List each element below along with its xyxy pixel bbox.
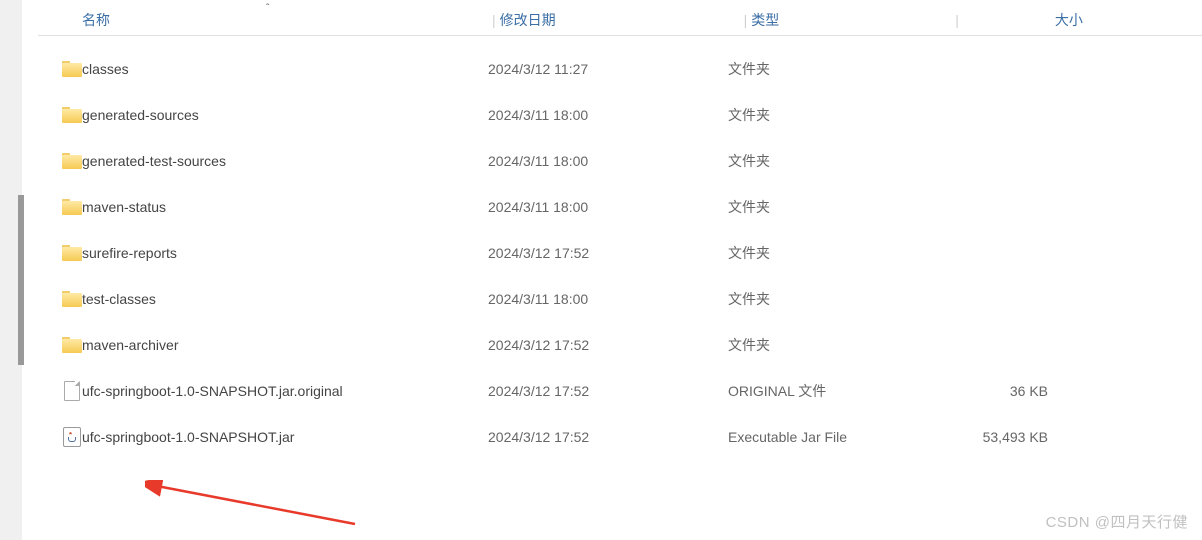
folder-icon (38, 199, 82, 215)
file-name: test-classes (82, 291, 488, 307)
file-name: maven-status (82, 199, 488, 215)
jar-icon (38, 427, 82, 447)
file-type: ORIGINAL 文件 (728, 381, 928, 401)
folder-icon (38, 245, 82, 261)
file-list: classes 2024/3/12 11:27 文件夹 generated-so… (38, 36, 1202, 460)
file-row[interactable]: maven-status 2024/3/11 18:00 文件夹 (38, 184, 1202, 230)
file-date: 2024/3/12 17:52 (488, 383, 728, 399)
file-type: 文件夹 (728, 197, 928, 217)
file-row[interactable]: ufc-springboot-1.0-SNAPSHOT.jar 2024/3/1… (38, 414, 1202, 460)
file-row[interactable]: maven-archiver 2024/3/12 17:52 文件夹 (38, 322, 1202, 368)
file-date: 2024/3/12 17:52 (488, 245, 728, 261)
file-type: 文件夹 (728, 289, 928, 309)
file-type: 文件夹 (728, 335, 928, 355)
column-name-label: 名称 (82, 12, 110, 28)
file-row[interactable]: generated-test-sources 2024/3/11 18:00 文… (38, 138, 1202, 184)
file-date: 2024/3/11 18:00 (488, 199, 728, 215)
folder-icon (38, 337, 82, 353)
column-type-label: 类型 (751, 12, 779, 28)
folder-icon (38, 153, 82, 169)
file-type: Executable Jar File (728, 429, 928, 445)
folder-icon (38, 291, 82, 307)
column-header-date[interactable]: 修改日期 (500, 10, 740, 30)
column-divider[interactable]: | (740, 12, 752, 28)
sort-indicator-icon: ˆ (266, 3, 269, 14)
column-header-row: ˆ 名称 | 修改日期 | 类型 | 大小 (38, 0, 1202, 36)
file-icon (38, 381, 82, 401)
file-date: 2024/3/11 18:00 (488, 107, 728, 123)
file-row[interactable]: ufc-springboot-1.0-SNAPSHOT.jar.original… (38, 368, 1202, 414)
column-divider[interactable]: | (951, 12, 963, 28)
file-name: classes (82, 61, 488, 77)
file-name: generated-test-sources (82, 153, 488, 169)
folder-icon (38, 107, 82, 123)
file-date: 2024/3/12 11:27 (488, 61, 728, 77)
file-date: 2024/3/12 17:52 (488, 337, 728, 353)
file-type: 文件夹 (728, 243, 928, 263)
file-size: 36 KB (928, 383, 1088, 399)
watermark-text: CSDN @四月天行健 (1046, 511, 1188, 532)
column-size-label: 大小 (1055, 12, 1083, 28)
file-name: generated-sources (82, 107, 488, 123)
folder-icon (38, 61, 82, 77)
file-explorer-pane: ˆ 名称 | 修改日期 | 类型 | 大小 classes 2024/3/12 … (38, 0, 1202, 540)
file-row[interactable]: generated-sources 2024/3/11 18:00 文件夹 (38, 92, 1202, 138)
left-scrollbar[interactable] (18, 195, 24, 365)
file-name: ufc-springboot-1.0-SNAPSHOT.jar (82, 429, 488, 445)
file-type: 文件夹 (728, 59, 928, 79)
file-row[interactable]: classes 2024/3/12 11:27 文件夹 (38, 46, 1202, 92)
column-date-label: 修改日期 (500, 12, 556, 28)
column-header-size[interactable]: 大小 (963, 10, 1123, 30)
file-row[interactable]: surefire-reports 2024/3/12 17:52 文件夹 (38, 230, 1202, 276)
file-date: 2024/3/12 17:52 (488, 429, 728, 445)
file-name: maven-archiver (82, 337, 488, 353)
column-header-name[interactable]: ˆ 名称 (38, 10, 488, 30)
file-date: 2024/3/11 18:00 (488, 153, 728, 169)
column-header-type[interactable]: 类型 (751, 10, 951, 30)
file-type: 文件夹 (728, 151, 928, 171)
file-name: ufc-springboot-1.0-SNAPSHOT.jar.original (82, 383, 488, 399)
column-divider[interactable]: | (488, 12, 500, 28)
file-size: 53,493 KB (928, 429, 1088, 445)
file-type: 文件夹 (728, 105, 928, 125)
file-date: 2024/3/11 18:00 (488, 291, 728, 307)
file-row[interactable]: test-classes 2024/3/11 18:00 文件夹 (38, 276, 1202, 322)
file-name: surefire-reports (82, 245, 488, 261)
